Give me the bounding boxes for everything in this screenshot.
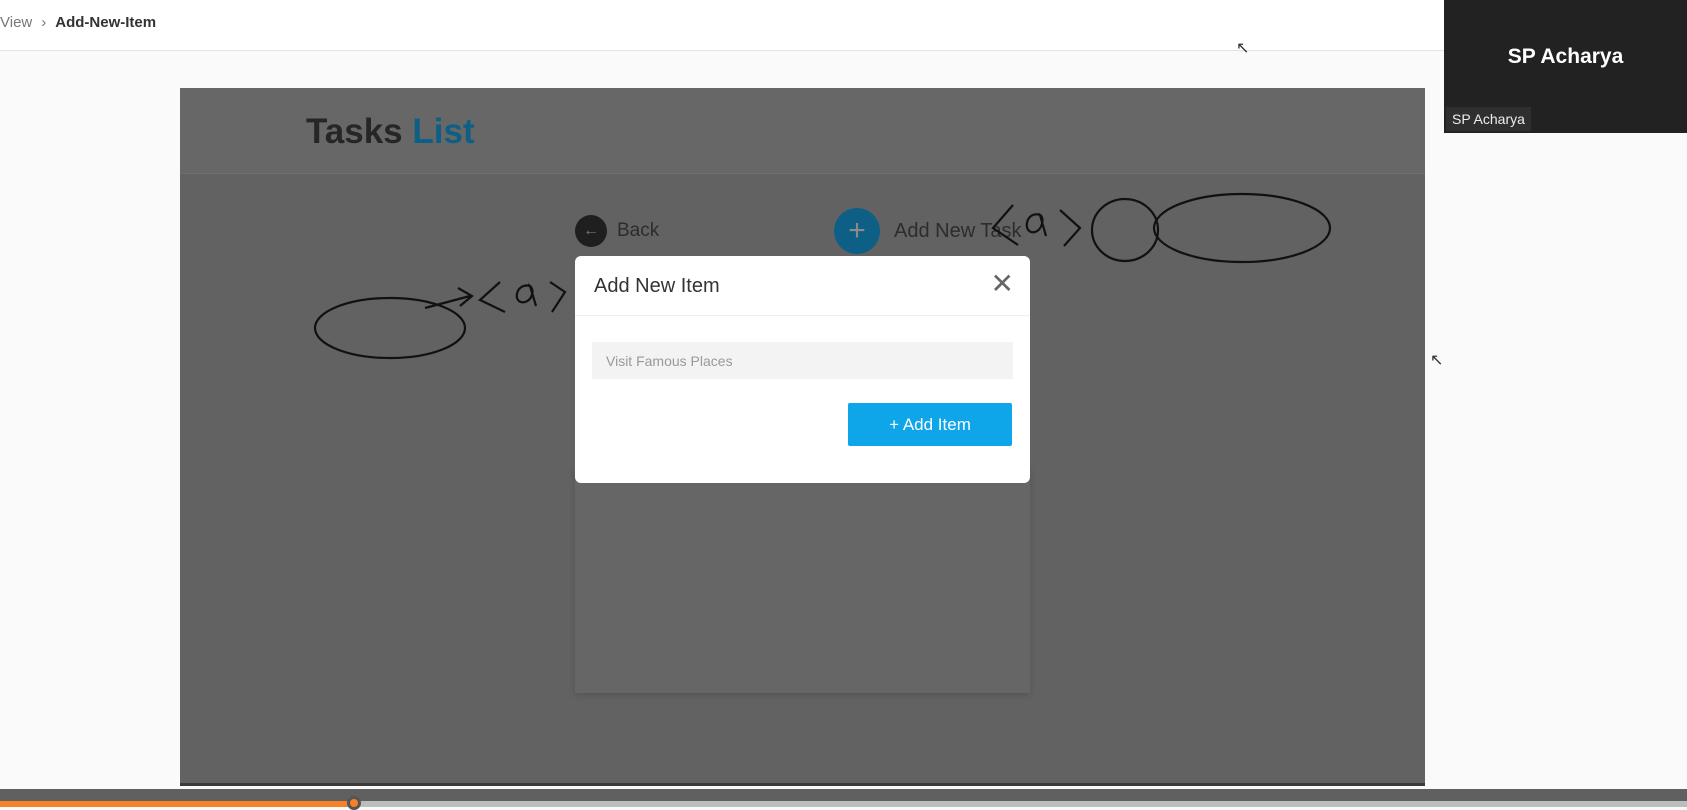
progress-fill <box>0 801 355 807</box>
plus-icon: + <box>834 208 880 254</box>
close-icon[interactable]: ✕ <box>991 270 1014 298</box>
breadcrumb-prev[interactable]: View <box>0 14 32 31</box>
back-label: Back <box>617 220 660 241</box>
participant-name: SP Acharya <box>1507 45 1624 68</box>
video-tile: SP Acharya SP Acharya <box>1444 0 1687 133</box>
app-header: Tasks List <box>180 88 1425 174</box>
progress-knob[interactable] <box>347 796 362 810</box>
progress-bar[interactable] <box>0 801 1687 807</box>
title-part1: Tasks <box>306 112 403 151</box>
item-input[interactable] <box>592 342 1013 379</box>
modal-title: Add New Item <box>594 275 720 297</box>
add-item-button[interactable]: + Add Item <box>848 403 1012 446</box>
player-bar <box>0 789 1687 810</box>
page-title: Tasks List <box>306 112 475 152</box>
title-part2: List <box>412 112 475 151</box>
mouse-cursor-icon: ↖ <box>1236 40 1250 57</box>
add-task-label: Add New Task <box>894 219 1022 242</box>
back-button[interactable]: ← Back <box>575 215 659 247</box>
add-new-task-button[interactable]: + Add New Task <box>834 208 1021 254</box>
top-bar: View › Add-New-Item <box>0 0 1687 51</box>
mouse-cursor-icon: ↖ <box>1430 352 1444 369</box>
background-card <box>575 468 1030 693</box>
arrow-left-icon: ← <box>575 215 607 247</box>
breadcrumb-current: Add-New-Item <box>55 14 157 31</box>
breadcrumb: View › Add-New-Item <box>0 14 156 31</box>
participant-label: SP Acharya <box>1446 107 1531 131</box>
modal-header: Add New Item ✕ <box>575 256 1030 316</box>
chevron-right-icon: › <box>41 14 47 31</box>
add-item-modal: Add New Item ✕ + Add Item <box>575 256 1030 483</box>
